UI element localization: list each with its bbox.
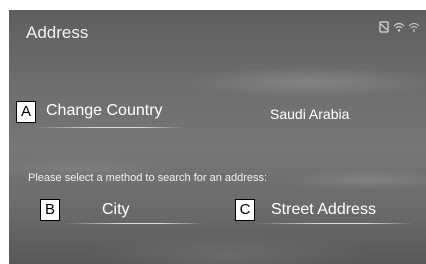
city-underline: [64, 223, 204, 224]
search-method-prompt: Please select a method to search for an …: [28, 172, 268, 184]
signal-icon: [408, 21, 420, 33]
marker-b: B: [40, 199, 60, 221]
change-country-label: Change Country: [46, 102, 163, 119]
page-title: Address: [26, 23, 89, 42]
wifi-icon: [393, 21, 405, 33]
marker-c: C: [235, 199, 255, 221]
street-address-label: Street Address: [271, 201, 376, 218]
address-screen: Address A Change Country Saudi Arabia Pl…: [9, 10, 426, 264]
street-address-underline: [254, 223, 414, 224]
phone-icon: [378, 21, 390, 33]
city-label: City: [102, 201, 130, 218]
status-bar: [378, 21, 420, 33]
marker-a: A: [16, 101, 36, 123]
selected-country-value: Saudi Arabia: [270, 106, 350, 122]
change-country-underline: [34, 127, 184, 128]
